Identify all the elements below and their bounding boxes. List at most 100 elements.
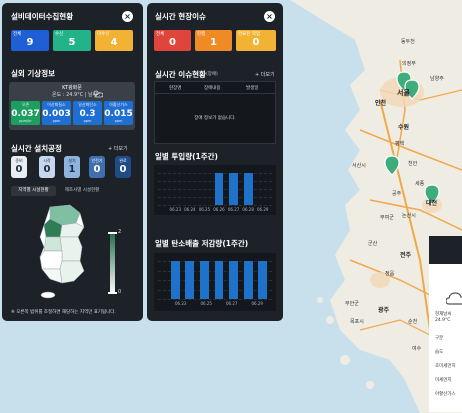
footnote: ※ 오른쪽 범위를 조절하면 해당하는 지역만 표기됩니다. [11,310,116,315]
chart-bar[interactable] [243,261,253,299]
stat-not-received[interactable]: 미수신 4 [95,30,133,51]
map-label: 무안군 [345,301,359,307]
map-label: 전주 [400,252,412,259]
site-detail-panel: 현재날씨 24.9°C 구분 습도 초미세먼지 미세먼지 아황산가스 [429,236,462,412]
issue-title: 실시간 이슈현황 [155,70,206,79]
issue-panel: 실시간 현장이슈 × 전체 0 진행 1 완료된 작업 0 실시간 이슈현황 (… [147,3,283,321]
dust-ozone: 오존 0.037 ppm/hr [11,101,40,125]
stat-received[interactable]: 수신 5 [53,30,91,51]
tab-manufacturer[interactable]: 제조사별 시설현황 [58,186,106,196]
chart-bar[interactable] [229,173,238,205]
chart-bar[interactable] [243,173,253,205]
dust-unit: ppm/hr [19,119,32,123]
map-label: 부여군 [380,215,394,221]
legend-handle-bottom[interactable] [108,292,117,294]
map-label: 수원 [398,124,410,131]
chart2-title: 일별 탄소배출 저감량(1주간) [155,239,249,248]
stat-total[interactable]: 전체 9 [11,30,49,51]
map-label: 순천 [408,319,418,325]
facility-panel: 설비데이터수집현황 × 전체 9 수신 5 미수신 4 실외 기상정보 KT광화… [2,3,143,321]
weather-title: 실외 기상정보 [11,69,56,78]
process-more-link[interactable]: + 더보기 [108,145,128,152]
site-detail-header [429,236,462,264]
issue-stat-progress[interactable]: 진행 1 [195,30,232,51]
chart-bar[interactable] [214,173,224,205]
table-header: 현장명 [169,86,182,91]
dust-unit: ppm [114,119,123,123]
map-label: 대전 [426,200,438,207]
weather-card: KT광화문 온도 : 24.9°C | 날씨 : 오존 0.037 ppm/hr… [9,82,135,130]
close-icon[interactable]: × [264,11,275,22]
chart-bar[interactable] [229,261,238,299]
process-value: 0 [119,164,127,175]
map-label: 군산 [368,241,378,247]
chart1-title: 일별 투입량(1주간) [155,152,218,161]
process-start[interactable]: 시작 0 [39,156,55,178]
chart-bar[interactable] [258,261,268,299]
table-header: 발생일 [246,86,259,91]
weather-location: KT광화문 [62,85,82,91]
dust-value: 0.003 [42,109,71,119]
dust-label: 일산화탄소 [78,102,97,107]
issue-stat-value: 0 [252,37,260,48]
legend-handle-top[interactable] [108,232,117,234]
chart-bar[interactable] [200,261,209,299]
process-title: 실시간 설치공정 [11,144,62,153]
issue-subtitle: (장애) [206,72,218,77]
table-empty-message: 장애 정보가 없습니다. [194,116,236,121]
current-weather-label: 현재날씨 [435,312,452,317]
dust-unit: ppm [52,119,61,123]
chart-bar[interactable] [214,261,224,299]
detail-row: 초미세먼지 [435,364,456,369]
map-label: 남양주 [430,76,444,82]
map-label: 목포시 [350,319,364,325]
issue-stat-value: 1 [210,37,217,48]
chart-bar[interactable] [185,261,195,299]
dust-value: 0.037 [11,109,40,119]
process-value: 1 [68,164,76,175]
map-label: 서울 [397,89,410,97]
detail-row: 구분 [435,336,444,341]
map-label: 인천 [375,100,387,107]
chart-x-label: 06.25 [200,301,212,306]
stat-total-value: 9 [26,37,34,48]
process-safety[interactable]: 안전기 0 [89,156,105,178]
dust-label: 이산화질소 [47,102,66,107]
close-icon[interactable]: × [122,11,133,22]
cloud-sun-icon [93,90,103,98]
map-label: 정읍 [385,271,395,277]
process-done[interactable]: 완료 0 [115,156,131,178]
process-value: 0 [43,164,51,175]
dust-so2: 아황산가스 0.015 ppm [104,101,133,125]
facility-title: 설비데이터수집현황 [11,12,74,21]
dust-value: 0.3 [79,109,96,119]
issue-stat-total[interactable]: 전체 0 [154,30,191,51]
map-label: 논산시 [402,213,416,219]
process-value: 0 [15,164,23,175]
chart-x-label: 06.29 [256,207,269,212]
chart-bar[interactable] [170,261,180,299]
chart-x-label: 06.27 [226,301,238,306]
detail-row: 미세먼지 [435,378,452,383]
process-value: 0 [93,164,101,175]
map-label: 천안 [408,161,418,167]
tab-region[interactable]: 지역별 시설현황 [11,186,56,196]
process-install[interactable]: 설치 1 [64,156,80,178]
detail-row: 습도 [435,350,444,355]
map-label: 세종 [415,181,425,187]
issue-stat-done[interactable]: 완료된 작업 0 [236,30,276,51]
process-ready[interactable]: 준비 0 [11,156,27,178]
table-divider [155,93,275,94]
issue-more-link[interactable]: + 더보기 [255,71,275,78]
legend-gradient[interactable] [110,232,115,294]
map-label: 광주 [378,307,390,314]
stat-received-value: 5 [68,37,76,48]
region-map[interactable] [32,203,92,301]
chart-x-label: 06.23 [175,301,187,306]
dust-label: 오존 [21,102,30,107]
map-label: 평택 [395,141,405,147]
cloud-icon [446,292,462,305]
dust-value: 0.015 [104,109,133,119]
legend-max: 2 [118,229,122,235]
issue-stat-value: 0 [169,37,176,48]
